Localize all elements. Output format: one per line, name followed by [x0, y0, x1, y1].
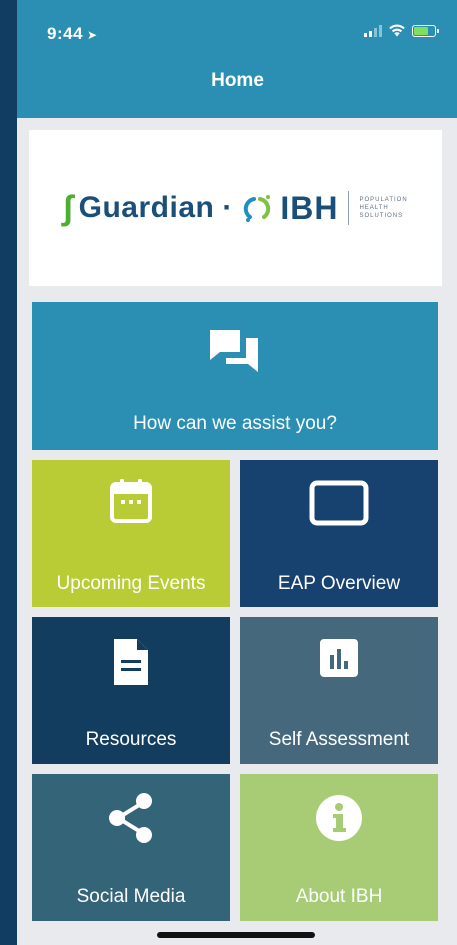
- guardian-logo-icon: ∫: [63, 189, 73, 227]
- time-text: 9:44: [47, 24, 84, 43]
- info-icon: [316, 795, 362, 841]
- cellular-signal-icon: [364, 24, 382, 37]
- status-time: 9:44 ➤: [47, 24, 98, 44]
- assist-label: How can we assist you?: [133, 413, 337, 434]
- top-bar: 9:44 ➤ Home: [17, 0, 457, 118]
- calendar-icon: [110, 479, 152, 523]
- location-arrow-icon: ➤: [87, 28, 98, 42]
- bar-chart-icon: [320, 639, 358, 677]
- resources-tile[interactable]: Resources: [32, 617, 230, 764]
- tagline: POPULATION HEALTH SOLUTIONS: [359, 196, 407, 220]
- upcoming-events-tile[interactable]: Upcoming Events: [32, 460, 230, 607]
- resources-label: Resources: [85, 729, 177, 750]
- ibh-swirl-icon: [244, 195, 271, 222]
- eap-overview-tile[interactable]: EAP Overview: [240, 460, 438, 607]
- brand-logo: ∫ Guardian · IBH POPULATION HEALTH SOLUT…: [63, 190, 407, 227]
- tagline-line: POPULATION: [359, 197, 408, 203]
- battery-icon: [412, 24, 439, 37]
- social-media-tile[interactable]: Social Media: [32, 774, 230, 921]
- logo-divider: [348, 191, 350, 225]
- ibh-wordmark: IBH: [280, 189, 339, 226]
- self-assessment-label: Self Assessment: [268, 729, 410, 750]
- assist-tile[interactable]: How can we assist you?: [32, 302, 438, 450]
- tagline-line: SOLUTIONS: [359, 213, 404, 219]
- about-ibh-label: About IBH: [295, 886, 383, 907]
- document-icon: [114, 639, 148, 685]
- upcoming-events-label: Upcoming Events: [56, 573, 206, 594]
- guardian-wordmark: Guardian: [78, 191, 215, 224]
- chat-icon: [210, 330, 258, 372]
- logo-separator: ·: [222, 191, 233, 224]
- self-assessment-tile[interactable]: Self Assessment: [240, 617, 438, 764]
- social-media-label: Social Media: [76, 886, 186, 907]
- tablet-icon: [309, 480, 369, 526]
- eap-overview-label: EAP Overview: [277, 573, 401, 594]
- wifi-icon: [389, 24, 405, 37]
- status-icons: [364, 24, 439, 37]
- about-ibh-tile[interactable]: About IBH: [240, 774, 438, 921]
- tagline-line: HEALTH: [359, 205, 389, 211]
- home-indicator[interactable]: [157, 932, 315, 938]
- logo-banner: ∫ Guardian · IBH POPULATION HEALTH SOLUT…: [29, 130, 442, 286]
- app-screen: 9:44 ➤ Home ∫ Guardian · IBH POPULATION …: [17, 0, 457, 945]
- page-title: Home: [211, 70, 264, 91]
- share-icon: [109, 793, 152, 843]
